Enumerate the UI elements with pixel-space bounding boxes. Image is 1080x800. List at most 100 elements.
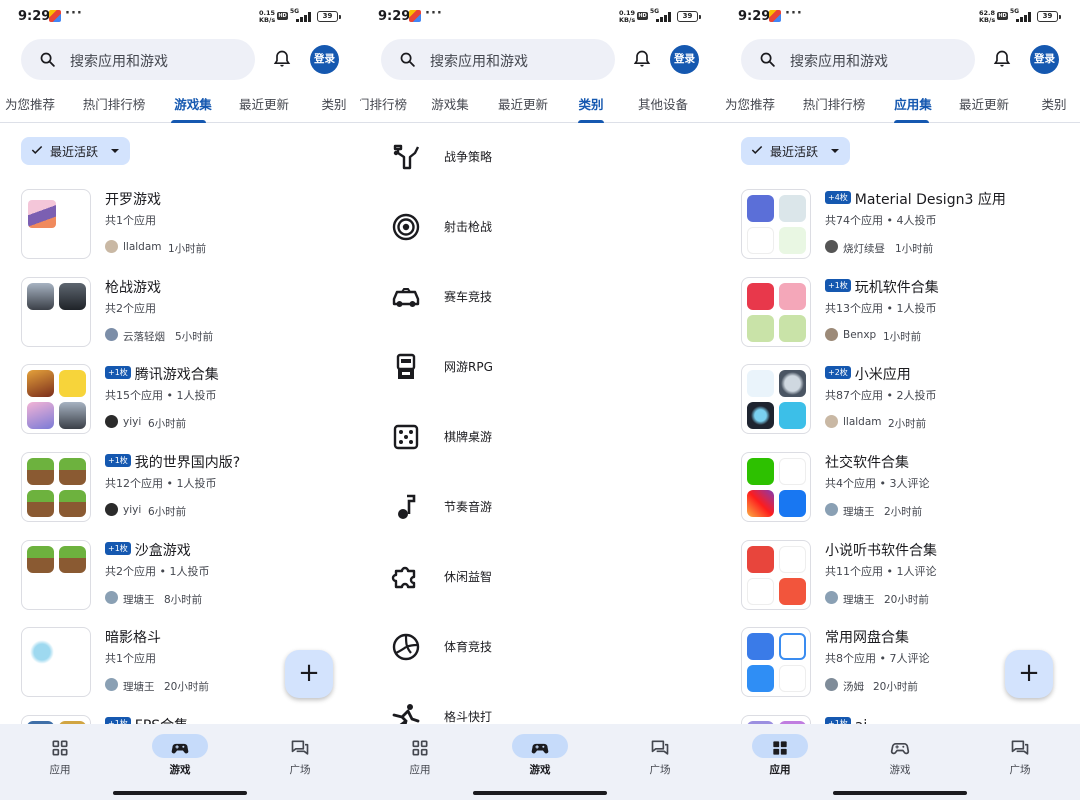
collection-stats: 共2个应用 (105, 302, 156, 315)
login-button[interactable]: 登录 (1030, 45, 1059, 74)
app-icon (747, 546, 774, 573)
collection-item[interactable]: +4枚 Material Design3 应用 共74个应用 • 4人投币 烧灯续… (720, 189, 1080, 275)
category-rhythm[interactable]: 节奏音游 (360, 483, 720, 533)
category-sports[interactable]: 体育竞技 (360, 623, 720, 673)
collection-thumbnail (741, 540, 811, 610)
collection-author: yiyi (123, 416, 142, 428)
tab-game-collections[interactable]: 游戏集 (431, 94, 469, 113)
search-bar[interactable]: 搜索应用和游戏 (381, 39, 615, 80)
notification-bell-icon[interactable] (272, 49, 292, 69)
status-bar: 9:29 ··· 0.15 KB/s HD 5G 39 (0, 0, 360, 34)
app-icon (747, 402, 774, 429)
nav-label: 广场 (1009, 764, 1031, 776)
network-speed: 0.19 KB/s (619, 9, 636, 24)
gamepad-icon (531, 743, 549, 754)
collection-item[interactable]: 社交软件合集 共4个应用 • 3人评论 理塘王 2小时前 (720, 452, 1080, 538)
collection-item[interactable]: +2枚 小米应用 共87个应用 • 2人投币 llaldam 2小时前 (720, 364, 1080, 450)
create-collection-button[interactable]: + (1005, 650, 1053, 698)
category-rpg[interactable]: 网游RPG (360, 343, 720, 393)
tab-game-collections[interactable]: 游戏集 (174, 94, 212, 113)
nav-apps[interactable]: 应用 (720, 734, 840, 790)
login-button[interactable]: 登录 (310, 45, 339, 74)
collection-item[interactable]: +1枚 玩机软件合集 共13个应用 • 1人投币 Benxp 1小时前 (720, 277, 1080, 363)
category-label: 射击枪战 (444, 220, 493, 234)
target-icon (392, 213, 420, 241)
avatar (105, 678, 118, 691)
check-icon (751, 145, 763, 154)
collection-time: 1小时前 (895, 243, 934, 255)
screen-app-collections: 9:29 ··· 62.8 KB/s HD 5G 39 搜索应用和游戏 登录 为… (720, 0, 1080, 800)
app-icon (779, 315, 806, 342)
volleyball-icon (392, 633, 420, 661)
coin-badge: +1枚 (825, 279, 851, 292)
nav-games[interactable]: 游戏 (840, 734, 960, 790)
category-strategy[interactable]: 战争策略 (360, 133, 720, 183)
tab-top-charts[interactable]: 门排行榜 (360, 94, 407, 113)
status-time: 9:29 (18, 9, 51, 24)
tab-recent-updates[interactable]: 最近更新 (239, 94, 289, 113)
tab-other-devices[interactable]: 其他设备 (638, 94, 688, 113)
tab-categories[interactable]: 类别 (1041, 94, 1066, 113)
android-icon (747, 227, 774, 254)
nav-square[interactable]: 广场 (240, 734, 360, 790)
app-icon (747, 315, 774, 342)
app-icon (747, 370, 774, 397)
category-label: 节奏音游 (444, 500, 493, 514)
app-icon (779, 402, 806, 429)
nav-label: 应用 (49, 764, 71, 776)
game-app-icon (27, 370, 54, 397)
tab-app-collections[interactable]: 应用集 (894, 94, 932, 113)
login-button[interactable]: 登录 (670, 45, 699, 74)
collection-item[interactable]: +1枚 沙盒游戏 共2个应用 • 1人投币 理塘王 8小时前 (0, 540, 360, 626)
sort-filter-chip[interactable]: 最近活跃 (21, 137, 130, 165)
nav-apps[interactable]: 应用 (360, 734, 480, 790)
nav-square[interactable]: 广场 (600, 734, 720, 790)
tab-categories[interactable]: 类别 (321, 94, 346, 113)
collection-title: 腾讯游戏合集 (134, 367, 219, 383)
collection-item[interactable]: 开罗游戏 共1个应用 llaldam 1小时前 (0, 189, 360, 275)
notification-bell-icon[interactable] (632, 49, 652, 69)
category-shooting[interactable]: 射击枪战 (360, 203, 720, 253)
tab-categories[interactable]: 类别 (578, 94, 603, 113)
category-casual-puzzle[interactable]: 休闲益智 (360, 553, 720, 603)
collection-item[interactable]: +1枚 腾讯游戏合集 共15个应用 • 1人投币 yiyi 6小时前 (0, 364, 360, 450)
collection-item[interactable]: +1枚 我的世界国内版? 共12个应用 • 1人投币 yiyi 6小时前 (0, 452, 360, 538)
notification-bell-icon[interactable] (992, 49, 1012, 69)
status-bar: 9:29 ··· 62.8 KB/s HD 5G 39 (720, 0, 1080, 34)
tab-top-charts[interactable]: 热门排行榜 (83, 94, 146, 113)
collection-thumbnail (21, 452, 91, 522)
nav-games[interactable]: 游戏 (120, 734, 240, 790)
search-bar[interactable]: 搜索应用和游戏 (741, 39, 975, 80)
category-label: 休闲益智 (444, 570, 493, 584)
category-board-games[interactable]: 棋牌桌游 (360, 413, 720, 463)
app-icon (779, 578, 806, 605)
create-collection-button[interactable]: + (285, 650, 333, 698)
minecraft-icon (59, 458, 86, 485)
collection-item[interactable]: 枪战游戏 共2个应用 云落轻烟 5小时前 (0, 277, 360, 363)
collection-item[interactable]: 小说听书软件合集 共11个应用 • 1人评论 理塘王 20小时前 (720, 540, 1080, 626)
collection-title: 枪战游戏 (105, 280, 161, 296)
dropdown-arrow-icon (111, 149, 119, 153)
nav-label: 游戏 (889, 764, 911, 776)
chip-label: 最近活跃 (50, 145, 99, 159)
collection-author: 理塘王 (843, 506, 875, 518)
hd-icon: HD (997, 12, 1008, 20)
tab-recommended[interactable]: 为您推荐 (5, 94, 55, 113)
apps-grid-icon (773, 741, 787, 755)
avatar (825, 591, 838, 604)
facebook-icon (779, 490, 806, 517)
category-racing[interactable]: 赛车竞技 (360, 273, 720, 323)
tab-recommended[interactable]: 为您推荐 (725, 94, 775, 113)
tab-recent-updates[interactable]: 最近更新 (959, 94, 1009, 113)
collection-stats: 共4个应用 • 3人评论 (825, 477, 930, 490)
tab-bar: 为您推荐 热门排行榜 应用集 最近更新 类别 (720, 84, 1080, 123)
sort-filter-chip[interactable]: 最近活跃 (741, 137, 850, 165)
app-icon (747, 665, 774, 692)
tab-bar: 门排行榜 游戏集 最近更新 类别 其他设备 (360, 84, 720, 123)
nav-games[interactable]: 游戏 (480, 734, 600, 790)
tab-top-charts[interactable]: 热门排行榜 (803, 94, 866, 113)
search-bar[interactable]: 搜索应用和游戏 (21, 39, 255, 80)
nav-square[interactable]: 广场 (960, 734, 1080, 790)
nav-apps[interactable]: 应用 (0, 734, 120, 790)
tab-recent-updates[interactable]: 最近更新 (498, 94, 548, 113)
